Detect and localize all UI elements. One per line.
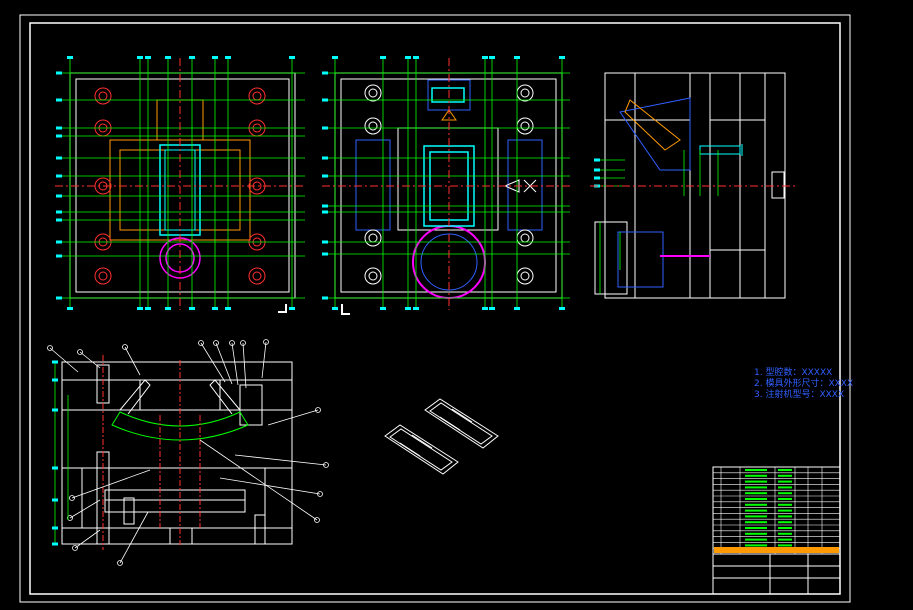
dimension-tick: [322, 210, 328, 214]
dimension-tick: [52, 378, 58, 382]
dimension-tick: [56, 174, 62, 178]
dimension-tick: [56, 156, 62, 160]
dimension-tick: [322, 240, 328, 244]
cad-drawing-canvas: 1. 型腔数：XXXXX 2. 模具外形尺寸：XXXX 3. 注射机型号：XXX…: [0, 0, 913, 610]
dimension-tick: [56, 254, 62, 258]
dimension-tick: [56, 71, 62, 75]
dimension-tick: [137, 56, 143, 59]
bom-cell-fill: [778, 538, 792, 541]
bom-cell-fill: [745, 521, 767, 524]
bom-cell-fill: [745, 486, 767, 489]
dimension-tick: [56, 240, 62, 244]
bom-cell-fill: [778, 469, 792, 471]
bom-cell-fill: [778, 521, 792, 524]
dimension-tick: [322, 252, 328, 256]
dimension-tick: [52, 498, 58, 502]
bom-cell-fill: [778, 509, 792, 512]
dimension-tick: [322, 296, 328, 300]
bom-cell-fill: [745, 527, 767, 529]
dimension-tick: [514, 307, 520, 310]
dimension-tick: [56, 98, 62, 102]
bom-cell-fill: [778, 486, 792, 489]
dimension-tick: [289, 307, 295, 310]
dimension-tick: [594, 168, 600, 172]
dimension-tick: [56, 296, 62, 300]
note-line: 1. 型腔数：XXXXX: [754, 366, 832, 378]
dimension-tick: [145, 307, 151, 310]
bom-cell-fill: [778, 492, 792, 495]
bom-cell-fill: [745, 538, 767, 541]
bom-cell-fill: [745, 503, 767, 506]
dimension-tick: [56, 126, 62, 130]
dimension-tick: [594, 158, 600, 162]
bom-cell-fill: [745, 498, 767, 500]
dimension-tick: [322, 98, 328, 102]
dimension-tick: [322, 174, 328, 178]
dimension-tick: [482, 56, 488, 59]
dimension-tick: [137, 307, 143, 310]
dimension-tick: [225, 307, 231, 310]
dimension-tick: [489, 56, 495, 59]
dimension-tick: [380, 56, 386, 59]
dimension-tick: [189, 307, 195, 310]
dimension-tick: [482, 307, 488, 310]
bom-cell-fill: [778, 503, 792, 506]
dimension-tick: [165, 307, 171, 310]
dimension-tick: [514, 56, 520, 59]
dimension-tick: [52, 408, 58, 412]
bom-cell-fill: [745, 469, 767, 471]
dimension-tick: [322, 71, 328, 75]
dimension-tick: [56, 134, 62, 138]
dimension-tick: [56, 218, 62, 222]
dimension-tick: [52, 526, 58, 530]
bom-cell-fill: [745, 492, 767, 495]
bom-cell-fill: [778, 527, 792, 529]
bom-header-row: [714, 547, 839, 553]
bom-cell-fill: [745, 532, 767, 535]
dimension-tick: [322, 126, 328, 130]
note-line: 3. 注射机型号：XXXX: [754, 388, 844, 400]
bom-cell-fill: [745, 515, 767, 518]
dimension-tick: [212, 307, 218, 310]
dimension-tick: [225, 56, 231, 59]
note-line: 2. 模具外形尺寸：XXXX: [754, 377, 853, 389]
bom-cell-fill: [745, 474, 767, 477]
bom-cell-fill: [778, 474, 792, 477]
dimension-tick: [56, 194, 62, 198]
dimension-tick: [332, 307, 338, 310]
dimension-tick: [67, 56, 73, 59]
dimension-tick: [405, 56, 411, 59]
dimension-tick: [332, 56, 338, 59]
dimension-tick: [189, 56, 195, 59]
bom-cell-fill: [745, 509, 767, 512]
dimension-tick: [405, 307, 411, 310]
bom-cell-fill: [745, 480, 767, 483]
bom-cell-fill: [745, 544, 767, 547]
bom-cell-fill: [778, 480, 792, 483]
dimension-tick: [559, 56, 565, 59]
dimension-tick: [413, 56, 419, 59]
dimension-tick: [212, 56, 218, 59]
dimension-tick: [52, 466, 58, 470]
dimension-tick: [52, 542, 58, 546]
dimension-tick: [145, 56, 151, 59]
dimension-tick: [413, 307, 419, 310]
bom-cell-fill: [778, 498, 792, 500]
bom-cell-fill: [778, 515, 792, 518]
bom-cell-fill: [778, 532, 792, 535]
dimension-tick: [67, 307, 73, 310]
dimension-tick: [594, 176, 600, 180]
dimension-tick: [322, 156, 328, 160]
bom-cell-fill: [778, 544, 792, 547]
dimension-tick: [380, 307, 386, 310]
dimension-tick: [489, 307, 495, 310]
dimension-tick: [52, 360, 58, 364]
dimension-tick: [165, 56, 171, 59]
dimension-tick: [56, 210, 62, 214]
dimension-tick: [289, 56, 295, 59]
dimension-tick: [559, 307, 565, 310]
dimension-tick: [322, 204, 328, 208]
